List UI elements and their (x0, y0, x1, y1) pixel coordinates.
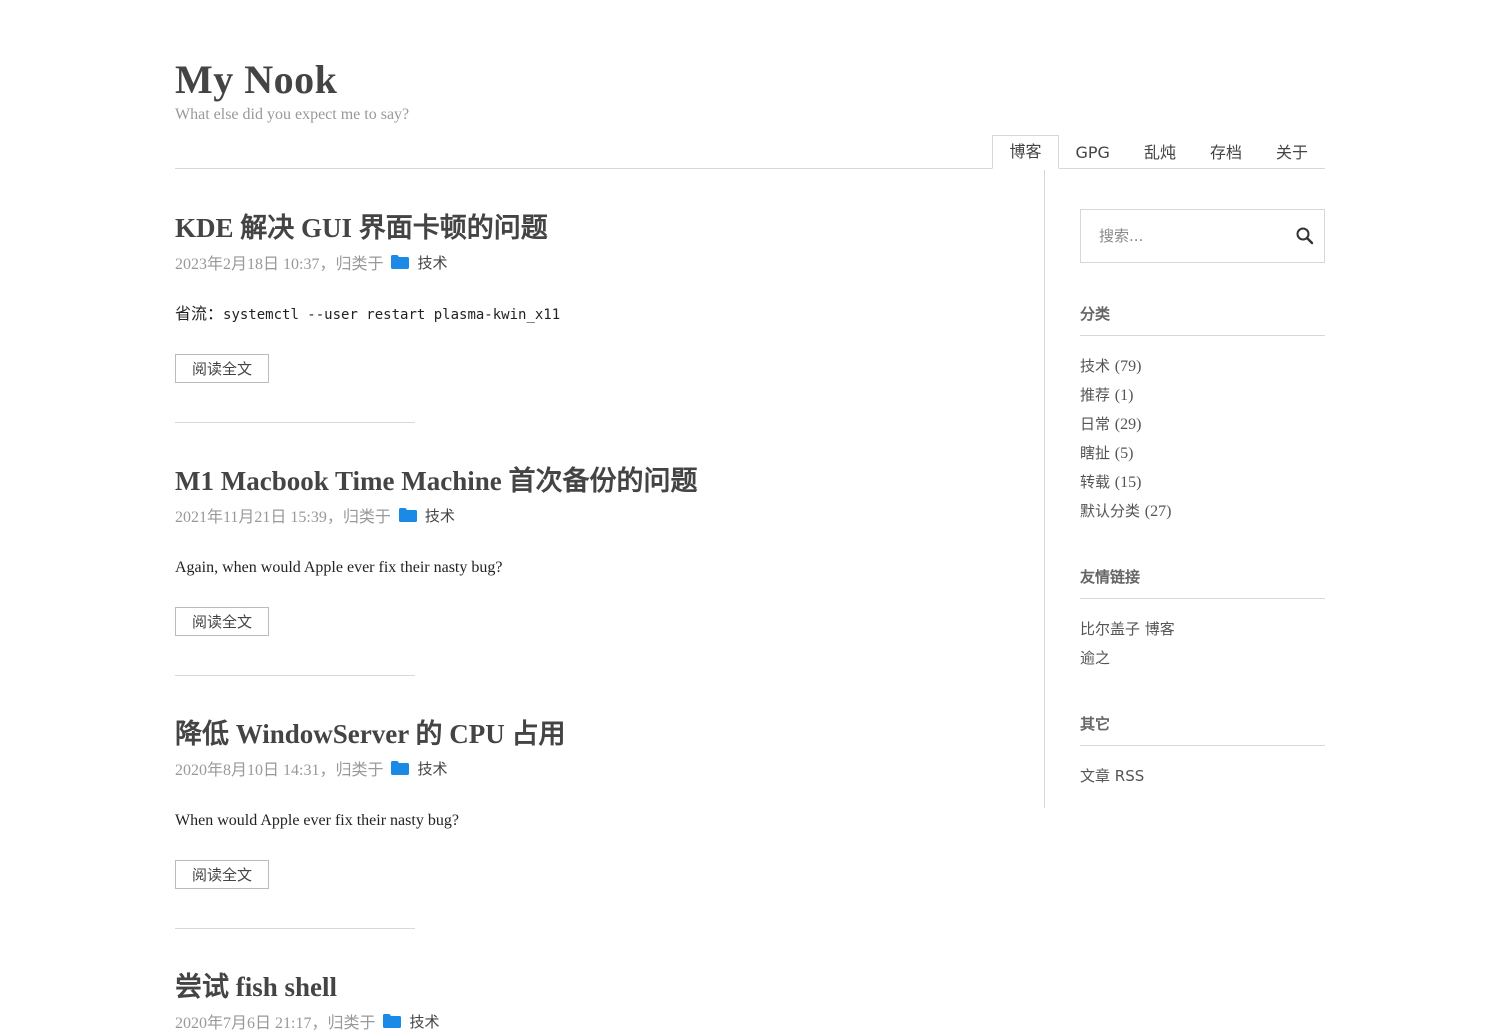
category-count: (79) (1114, 358, 1142, 375)
search-form (1080, 209, 1325, 263)
category-item[interactable]: 默认分类 (27) (1080, 497, 1325, 526)
widget-title: 友情链接 (1080, 566, 1325, 599)
category-name: 推荐 (1080, 386, 1111, 404)
excerpt-code: systemctl --user restart plasma-kwin_x11 (223, 307, 561, 323)
post-filed-under: 归类于 (342, 509, 391, 526)
post-item: 降低 WindowServer 的 CPU 占用 2020年8月10日 14:3… (175, 716, 1015, 929)
category-count: (1) (1114, 387, 1134, 404)
link-list: 比尔盖子 博客 逾之 (1080, 615, 1325, 673)
post-divider (175, 675, 415, 676)
category-item[interactable]: 瞎扯 (5) (1080, 439, 1325, 468)
category-item[interactable]: 推荐 (1) (1080, 381, 1325, 410)
category-name: 瞎扯 (1080, 444, 1111, 462)
widget-title: 其它 (1080, 713, 1325, 746)
post-meta: 2020年8月10日 14:31， 归类于 技术 (175, 756, 1015, 780)
post-meta: 2020年7月6日 21:17， 归类于 技术 (175, 1009, 1015, 1033)
category-item[interactable]: 转载 (15) (1080, 468, 1325, 497)
categories-widget: 分类 技术 (79) 推荐 (1) 日常 (29) 瞎扯 (5) 转载 (15)… (1080, 303, 1325, 526)
friend-link[interactable]: 逾之 (1080, 644, 1325, 673)
rss-link[interactable]: 文章 RSS (1080, 762, 1325, 791)
sidebar-divider (1044, 170, 1045, 808)
category-name: 转载 (1080, 473, 1111, 491)
category-count: (29) (1114, 416, 1142, 433)
category-count: (15) (1114, 474, 1142, 491)
post-filed-under: 归类于 (327, 1015, 376, 1032)
category-name: 默认分类 (1080, 502, 1141, 520)
post-excerpt: Again, when would Apple ever fix their n… (175, 559, 503, 576)
folder-icon (391, 255, 410, 269)
category-item[interactable]: 技术 (79) (1080, 352, 1325, 381)
category-name: 技术 (1080, 357, 1111, 375)
post-title[interactable]: 降低 WindowServer 的 CPU 占用 (175, 716, 1015, 752)
post-category-link[interactable]: 技术 (417, 758, 447, 779)
post-excerpt: 省流：systemctl --user restart plasma-kwin_… (175, 303, 1015, 327)
nav-item-blog[interactable]: 博客 (992, 135, 1059, 169)
post-divider (175, 422, 415, 423)
post-list: KDE 解决 GUI 界面卡顿的问题 2023年2月18日 10:37， 归类于… (175, 210, 1015, 1033)
post-item: KDE 解决 GUI 界面卡顿的问题 2023年2月18日 10:37， 归类于… (175, 210, 1015, 423)
links-widget: 友情链接 比尔盖子 博客 逾之 (1080, 566, 1325, 673)
nav-item-about[interactable]: 关于 (1259, 135, 1325, 169)
widget-title: 分类 (1080, 303, 1325, 336)
post-filed-under: 归类于 (335, 256, 384, 273)
post-category-link[interactable]: 技术 (417, 252, 447, 273)
folder-icon (383, 1014, 402, 1028)
read-more-button[interactable]: 阅读全文 (175, 860, 270, 889)
folder-icon (398, 508, 417, 522)
post-title[interactable]: M1 Macbook Time Machine 首次备份的问题 (175, 463, 1015, 499)
post-category-link[interactable]: 技术 (409, 1011, 439, 1032)
post-item: 尝试 fish shell 2020年7月6日 21:17， 归类于 技术 (175, 969, 1015, 1033)
main-nav: 博客 GPG 乱炖 存档 关于 (992, 135, 1325, 169)
post-date: 2021年11月21日 15:39， (175, 509, 343, 526)
post-date: 2020年7月6日 21:17， (175, 1015, 328, 1032)
post-meta: 2023年2月18日 10:37， 归类于 技术 (175, 250, 1015, 274)
category-count: (27) (1144, 503, 1172, 520)
other-widget: 其它 文章 RSS (1080, 713, 1325, 791)
post-excerpt: When would Apple ever fix their nasty bu… (175, 812, 459, 829)
category-count: (5) (1114, 445, 1134, 462)
folder-icon (391, 761, 410, 775)
search-icon[interactable] (1295, 226, 1315, 246)
read-more-button[interactable]: 阅读全文 (175, 607, 270, 636)
friend-link[interactable]: 比尔盖子 博客 (1080, 615, 1325, 644)
category-name: 日常 (1080, 415, 1111, 433)
category-item[interactable]: 日常 (29) (1080, 410, 1325, 439)
post-date: 2023年2月18日 10:37， (175, 256, 336, 273)
post-date: 2020年8月10日 14:31， (175, 762, 336, 779)
nav-item-gpg[interactable]: GPG (1059, 135, 1127, 169)
post-category-link[interactable]: 技术 (425, 505, 455, 526)
read-more-button[interactable]: 阅读全文 (175, 354, 270, 383)
nav-item-misc[interactable]: 乱炖 (1127, 135, 1193, 169)
post-title[interactable]: KDE 解决 GUI 界面卡顿的问题 (175, 210, 1015, 246)
nav-item-archive[interactable]: 存档 (1193, 135, 1259, 169)
post-filed-under: 归类于 (335, 762, 384, 779)
post-item: M1 Macbook Time Machine 首次备份的问题 2021年11月… (175, 463, 1015, 676)
category-list: 技术 (79) 推荐 (1) 日常 (29) 瞎扯 (5) 转载 (15) 默认… (1080, 352, 1325, 526)
other-list: 文章 RSS (1080, 762, 1325, 791)
search-input[interactable] (1097, 226, 1295, 246)
post-meta: 2021年11月21日 15:39， 归类于 技术 (175, 503, 1015, 527)
excerpt-prefix: 省流： (175, 306, 224, 323)
sidebar: 分类 技术 (79) 推荐 (1) 日常 (29) 瞎扯 (5) 转载 (15)… (1080, 209, 1325, 791)
site-header: My Nook What else did you expect me to s… (175, 55, 1325, 124)
post-divider (175, 928, 415, 929)
site-description: What else did you expect me to say? (175, 106, 410, 123)
site-title[interactable]: My Nook (175, 55, 1325, 105)
